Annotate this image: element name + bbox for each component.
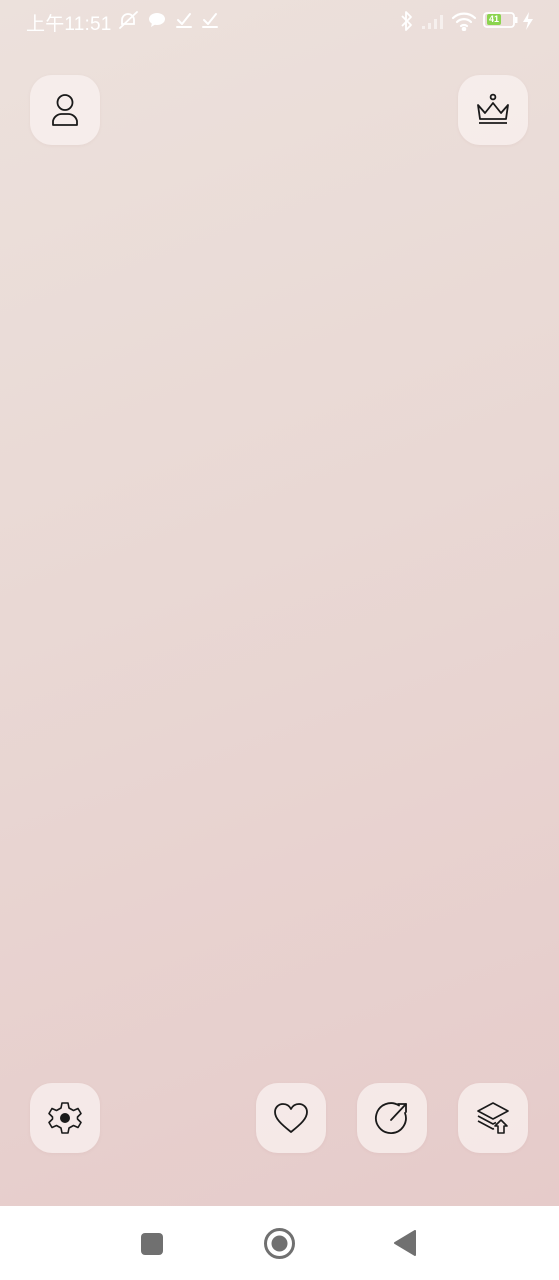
download-done-icon (175, 11, 193, 29)
status-time: 上午11:51 (26, 14, 112, 35)
layers-icon (475, 1100, 511, 1136)
status-bar: 上午11:51 41 (0, 0, 559, 42)
user-icon (50, 93, 80, 127)
back-icon[interactable] (393, 1230, 417, 1256)
crown-icon (475, 93, 511, 127)
premium-button[interactable] (458, 75, 528, 145)
navigation-bar (0, 1206, 559, 1280)
signal-icon (421, 12, 445, 30)
bluetooth-icon (400, 10, 414, 32)
share-icon (374, 1100, 410, 1136)
settings-button[interactable] (30, 1083, 100, 1153)
charging-icon (522, 12, 534, 30)
layers-button[interactable] (458, 1083, 528, 1153)
download-done-icon (201, 11, 219, 29)
recent-apps-icon[interactable] (140, 1232, 164, 1256)
profile-button[interactable] (30, 75, 100, 145)
chat-bubble-icon (148, 12, 166, 28)
mute-icon (118, 10, 140, 30)
settings-icon (47, 1100, 83, 1136)
favorite-button[interactable] (256, 1083, 326, 1153)
wifi-icon (451, 11, 477, 31)
home-icon[interactable] (263, 1227, 296, 1260)
share-button[interactable] (357, 1083, 427, 1153)
battery-level: 41 (487, 14, 501, 25)
heart-icon (273, 1102, 309, 1134)
app-background: 上午11:51 41 (0, 0, 559, 1206)
